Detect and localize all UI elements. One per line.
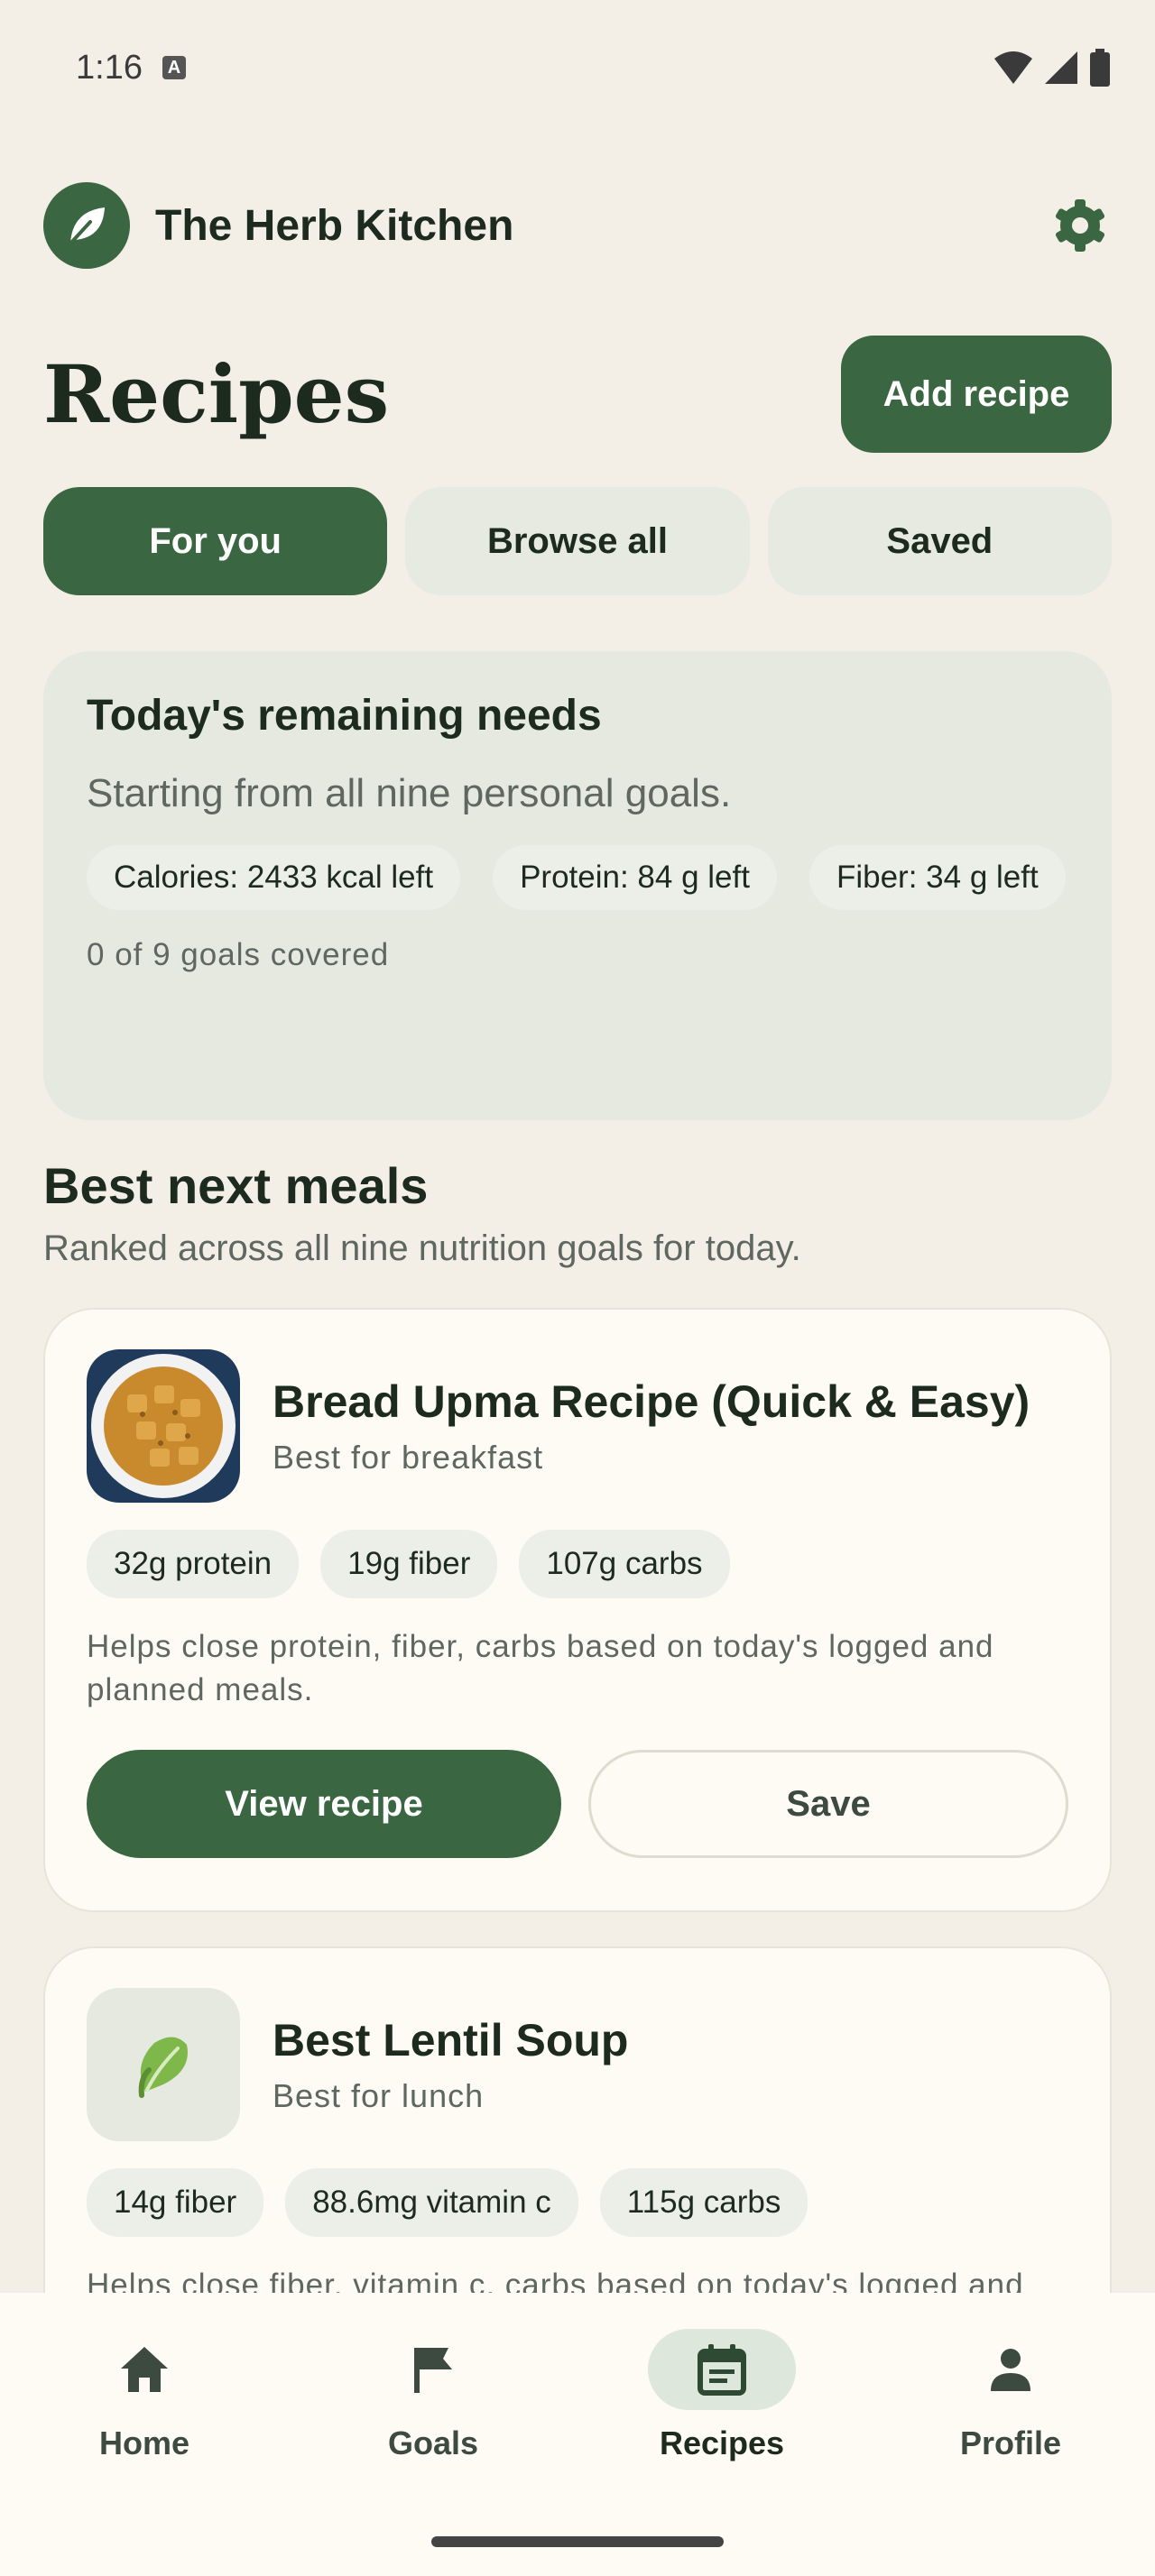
meal-when: Best for lunch (273, 2077, 485, 2114)
meal-nutrient-chips: 14g fiber 88.6mg vitamin c 115g carbs (87, 2168, 1068, 2237)
nav-label: Recipes (659, 2424, 785, 2461)
tab-browse-all[interactable]: Browse all (405, 487, 750, 595)
gear-icon[interactable] (1049, 194, 1112, 257)
nav-home[interactable]: Home (36, 2329, 253, 2576)
best-meals-title: Best next meals (43, 1157, 429, 1214)
nav-label: Goals (387, 2424, 479, 2461)
person-icon (937, 2329, 1085, 2410)
bottom-navigation: Home Goals Recipes Profile (0, 2293, 1155, 2576)
nutrient-chip: 32g protein (87, 1530, 300, 1598)
title-row: Recipes Add recipe (43, 336, 1112, 453)
status-icons (993, 49, 1112, 87)
app-name: The Herb Kitchen (155, 201, 514, 250)
meal-text: Best Lentil Soup Best for lunch (273, 2014, 628, 2115)
wifi-icon (994, 51, 1032, 84)
need-chip-protein: Protein: 84 g left (493, 845, 777, 910)
page-title: Recipes (43, 347, 390, 441)
segmented-tabs: For you Browse all Saved (43, 487, 1112, 595)
nutrient-chip: 14g fiber (87, 2168, 264, 2237)
nutrient-chip: 115g carbs (599, 2168, 808, 2237)
meal-header: Bread Upma Recipe (Quick & Easy) Best fo… (87, 1349, 1068, 1503)
meal-description: Helps close protein, fiber, carbs based … (87, 1629, 994, 1707)
meal-card[interactable]: Bread Upma Recipe (Quick & Easy) Best fo… (43, 1308, 1112, 1912)
meal-name: Best Lentil Soup (273, 2015, 629, 2065)
need-chip-calories: Calories: 2433 kcal left (87, 845, 461, 910)
remaining-needs-card: Today's remaining needs Starting from al… (43, 651, 1112, 1120)
meal-nutrient-chips: 32g protein 19g fiber 107g carbs (87, 1530, 1068, 1598)
best-meals-subtitle: Ranked across all nine nutrition goals f… (43, 1228, 801, 1268)
home-icon (70, 2329, 218, 2410)
nav-profile[interactable]: Profile (902, 2329, 1119, 2576)
signal-icon (1045, 51, 1077, 84)
meal-thumbnail (87, 1349, 240, 1503)
needs-title: Today's remaining needs (87, 692, 602, 740)
nutrient-chip: 19g fiber (320, 1530, 498, 1598)
notification-icon: A (162, 56, 186, 79)
leaf-logo-icon (43, 182, 130, 269)
nutrient-chip: 107g carbs (519, 1530, 730, 1598)
needs-chips: Calories: 2433 kcal left Protein: 84 g l… (87, 845, 1068, 910)
flag-icon (359, 2329, 507, 2410)
add-recipe-button[interactable]: Add recipe (841, 336, 1112, 453)
need-chip-fiber: Fiber: 34 g left (808, 845, 1066, 910)
brand: The Herb Kitchen (43, 182, 513, 269)
goals-coverage: 0 of 9 goals covered (87, 937, 390, 972)
home-indicator[interactable] (431, 2536, 724, 2547)
tab-saved[interactable]: Saved (767, 487, 1112, 595)
calendar-icon (648, 2329, 796, 2410)
meal-when: Best for breakfast (273, 1439, 544, 1476)
view-recipe-button[interactable]: View recipe (87, 1750, 561, 1858)
nav-label: Profile (959, 2424, 1062, 2461)
meal-header: Best Lentil Soup Best for lunch (87, 1988, 1068, 2141)
leafy-greens-icon (87, 1988, 240, 2141)
status-bar: 1:16 A (0, 0, 1155, 135)
tab-for-you[interactable]: For you (43, 487, 388, 595)
app-header: The Herb Kitchen (43, 182, 1112, 269)
meal-actions: View recipe Save (87, 1750, 1068, 1858)
status-left: 1:16 A (76, 49, 186, 87)
nutrient-chip: 88.6mg vitamin c (285, 2168, 578, 2237)
nav-label: Home (98, 2424, 190, 2461)
meal-text: Bread Upma Recipe (Quick & Easy) Best fo… (273, 1375, 1030, 1477)
needs-subtitle: Starting from all nine personal goals. (87, 771, 732, 815)
save-button[interactable]: Save (588, 1750, 1068, 1858)
status-time: 1:16 (76, 48, 143, 87)
meal-name: Bread Upma Recipe (Quick & Easy) (273, 1376, 1030, 1427)
battery-icon (1090, 49, 1110, 87)
